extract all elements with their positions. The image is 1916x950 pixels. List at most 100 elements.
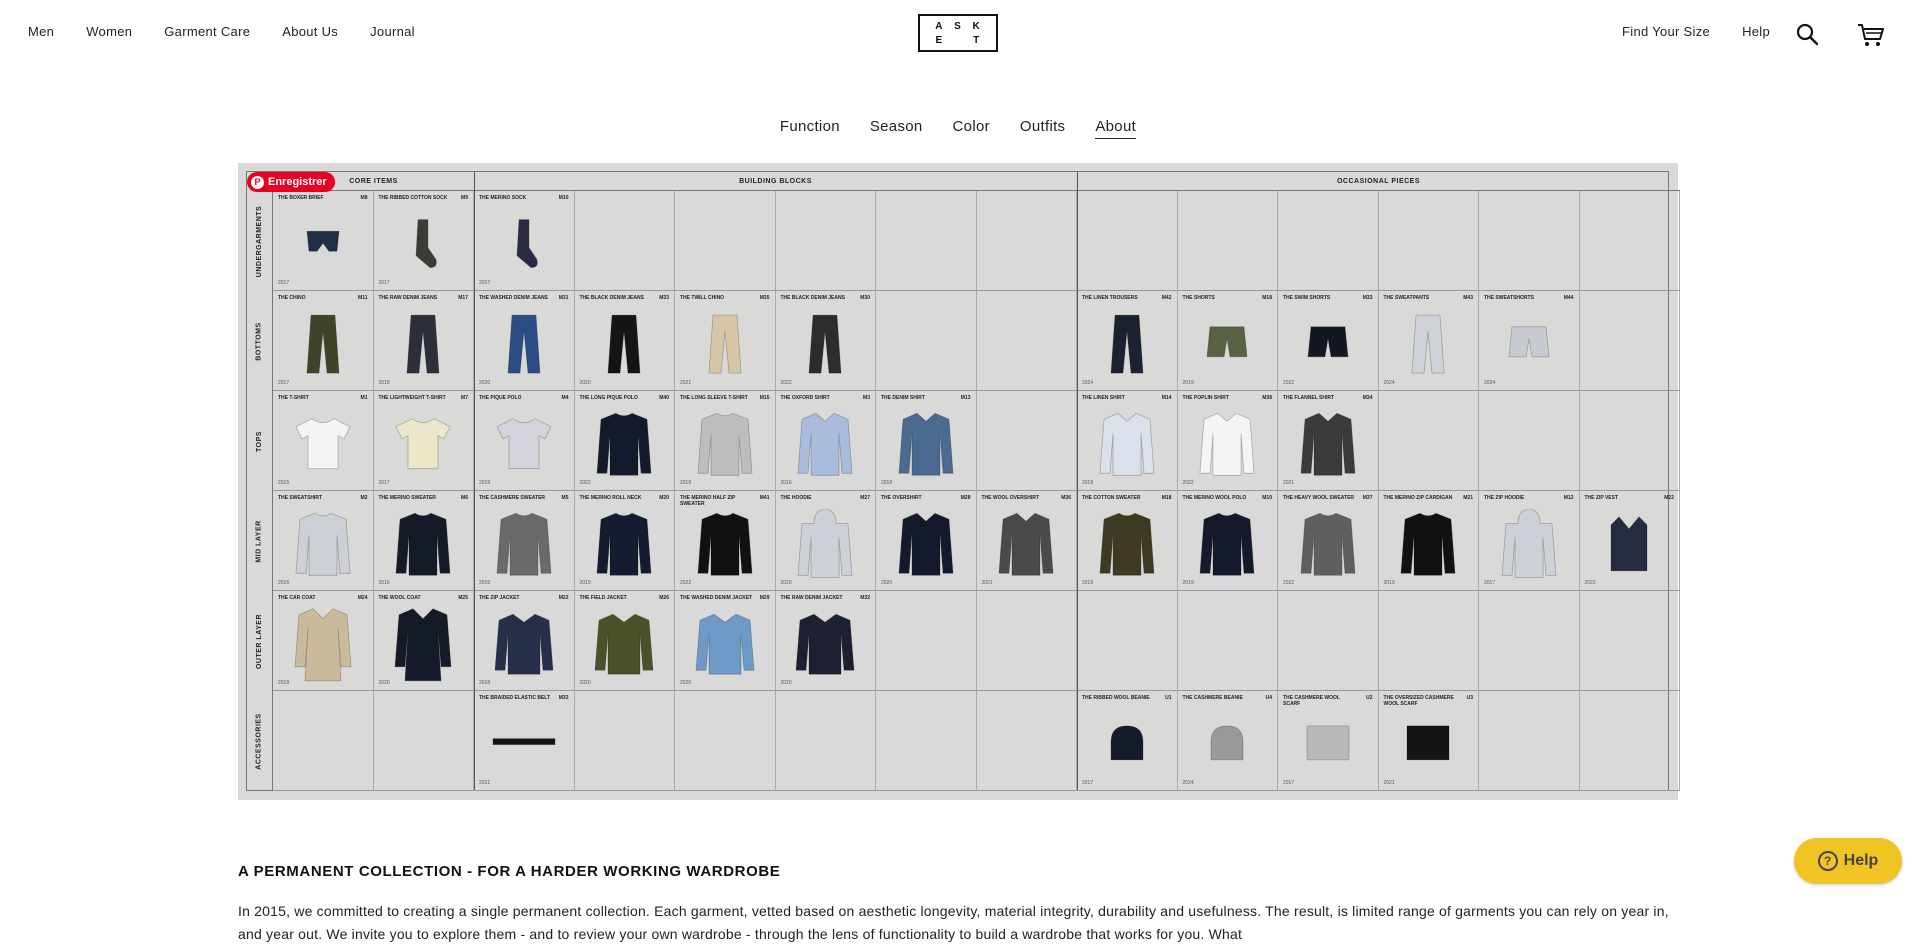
garment-cell[interactable]: THE LONG PIQUE POLO M40 2022: [574, 391, 675, 491]
garment-cell[interactable]: THE SWEATSHIRT M2 2016: [273, 491, 374, 591]
garment-cell[interactable]: THE SWEATSHORTS M44 2024: [1479, 291, 1580, 391]
nav-find-your-size[interactable]: Find Your Size: [1622, 24, 1710, 39]
garment-code: M1: [360, 395, 368, 401]
garment-cell[interactable]: THE OVERSHIRT M28 2020: [876, 491, 977, 591]
garment-cell[interactable]: THE SWEATPANTS M43 2024: [1378, 291, 1479, 391]
nav-journal[interactable]: Journal: [370, 24, 415, 39]
garment-cell[interactable]: THE ZIP VEST M22 2022: [1579, 491, 1680, 591]
garment-cell[interactable]: THE WOOL OVERSHIRT M36 2021: [976, 491, 1077, 591]
garment-cell[interactable]: THE BLACK DENIM JEANS M33 2020: [574, 291, 675, 391]
tab-color[interactable]: Color: [953, 118, 990, 139]
garment-cell[interactable]: THE LONG SLEEVE T-SHIRT M15 2018: [675, 391, 776, 491]
garment-cell[interactable]: THE SWIM SHORTS M33 2022: [1278, 291, 1379, 391]
garment-cell[interactable]: THE COTTON SWEATER M18 2019: [1077, 491, 1178, 591]
garment-code: M42: [1161, 295, 1172, 301]
garment-code: M33: [558, 695, 569, 701]
garment-year: 2018: [881, 480, 893, 486]
pinterest-save-button[interactable]: P Enregistrer: [247, 172, 335, 192]
garment-cell[interactable]: THE CAR COAT M24 2018: [273, 591, 374, 691]
tab-season[interactable]: Season: [870, 118, 923, 139]
garment-cell[interactable]: THE PIQUE POLO M4 2019: [474, 391, 575, 491]
nav-men[interactable]: Men: [28, 24, 54, 39]
garment-cell[interactable]: THE CASHMERE SWEATER M5 2016: [474, 491, 575, 591]
brand-logo[interactable]: A S K E T: [918, 14, 998, 52]
garment-year: 2022: [1283, 580, 1295, 586]
garment-year: 2018: [1082, 480, 1094, 486]
garment-cell[interactable]: THE MERINO SOCK M10 2017: [474, 191, 575, 291]
garment-cell[interactable]: THE HEAVY WOOL SWEATER M37 2022: [1278, 491, 1379, 591]
garment-cell[interactable]: THE WASHED DENIM JACKET M29 2020: [675, 591, 776, 691]
garment-cell[interactable]: THE FLANNEL SHIRT M34 2021: [1278, 391, 1379, 491]
logo-letter: S: [954, 20, 962, 32]
garment-cell[interactable]: THE MERINO HALF ZIP SWEATER M41 2022: [675, 491, 776, 591]
utility-nav: Find Your Size Help: [1622, 24, 1770, 39]
garment-cell[interactable]: THE FIELD JACKET M26 2020: [574, 591, 675, 691]
tab-outfits[interactable]: Outfits: [1020, 118, 1065, 139]
garment-cell[interactable]: THE SHORTS M18 2019: [1177, 291, 1278, 391]
garment-name: THE MERINO SOCK: [479, 195, 527, 201]
nav-garment-care[interactable]: Garment Care: [164, 24, 250, 39]
garment-cell[interactable]: THE CHINO M11 2017: [273, 291, 374, 391]
garment-code: M22: [1664, 495, 1674, 501]
garment-cell[interactable]: THE WASHED DENIM JEANS M31 2020: [474, 291, 575, 391]
cart-icon[interactable]: [1857, 22, 1885, 48]
garment-year: 2017: [1484, 580, 1496, 586]
garment-cell[interactable]: THE CASHMERE WOOL SCARF U2 2017: [1278, 691, 1379, 791]
garment-cell[interactable]: THE MERINO SWEATER M6 2016: [373, 491, 474, 591]
garment-cell[interactable]: THE WOOL COAT M25 2020: [373, 591, 474, 691]
logo-letter: T: [973, 34, 981, 46]
sweater-icon: [697, 512, 753, 576]
garment-cell[interactable]: THE ZIP JACKET M22 2018: [474, 591, 575, 691]
garment-cell[interactable]: THE LINEN SHIRT M14 2018: [1077, 391, 1178, 491]
tab-function[interactable]: Function: [780, 118, 840, 139]
nav-help[interactable]: Help: [1742, 24, 1770, 39]
row-label: UNDERGARMENTS: [247, 191, 273, 291]
garment-cell[interactable]: THE OVERSIZED CASHMERE WOOL SCARF U3 2021: [1378, 691, 1479, 791]
garment-year: 2019: [579, 580, 591, 586]
garment-cell[interactable]: THE RAW DENIM JEANS M17 2018: [373, 291, 474, 391]
garment-code: M17: [458, 295, 468, 301]
wardrobe-cell: [876, 191, 977, 291]
row-label-text: UNDERGARMENTS: [256, 205, 264, 277]
garment-cell[interactable]: THE RAW DENIM JACKET M32 2020: [775, 591, 876, 691]
logo-letter: K: [972, 20, 981, 32]
garment-cell[interactable]: THE TWILL CHINO M35 2021: [675, 291, 776, 391]
sweater-icon: [1400, 512, 1456, 576]
help-widget-button[interactable]: ? Help: [1794, 838, 1902, 884]
garment-year: 2020: [780, 680, 792, 686]
garment-cell[interactable]: THE LIGHTWEIGHT T-SHIRT M7 2017: [373, 391, 474, 491]
pants-icon: [708, 314, 742, 374]
garment-cell[interactable]: THE CASHMERE BEANIE U4 2024: [1177, 691, 1278, 791]
search-icon[interactable]: [1795, 22, 1819, 46]
garment-cell[interactable]: THE OXFORD SHIRT M3 2016: [775, 391, 876, 491]
garment-year: 2018: [378, 380, 390, 386]
garment-name: THE OXFORD SHIRT: [780, 395, 830, 401]
sweater-icon: [1099, 512, 1155, 576]
garment-code: M28: [960, 495, 971, 501]
garment-cell[interactable]: THE T-SHIRT M1 2015: [273, 391, 374, 491]
garment-cell[interactable]: THE LINEN TROUSERS M42 2024: [1077, 291, 1178, 391]
nav-women[interactable]: Women: [86, 24, 132, 39]
garment-code: M30: [860, 295, 870, 301]
wardrobe-cell: [976, 291, 1077, 391]
garment-code: U3: [1466, 695, 1473, 701]
garment-cell[interactable]: THE BOXER BRIEF M8 2017: [273, 191, 374, 291]
garment-cell[interactable]: THE BRAIDED ELASTIC BELT M33 2021: [474, 691, 575, 791]
tab-about[interactable]: About: [1095, 118, 1137, 139]
garment-cell[interactable]: THE BLACK DENIM JEANS M30 2022: [775, 291, 876, 391]
nav-about-us[interactable]: About Us: [282, 24, 338, 39]
garment-cell[interactable]: THE RIBBED COTTON SOCK M9 2017: [373, 191, 474, 291]
garment-cell[interactable]: THE MERINO WOOL POLO M10 2019: [1177, 491, 1278, 591]
shirt-icon: [1099, 412, 1155, 476]
garment-year: 2016: [780, 480, 792, 486]
garment-cell[interactable]: THE HOODIE M27 2020: [775, 491, 876, 591]
wardrobe-cell: [675, 691, 776, 791]
garment-cell[interactable]: THE POPLIN SHIRT M38 2022: [1177, 391, 1278, 491]
garment-cell[interactable]: THE MERINO ROLL NECK M20 2019: [574, 491, 675, 591]
garment-year: 2017: [479, 280, 491, 286]
garment-cell[interactable]: THE DENIM SHIRT M13 2018: [876, 391, 977, 491]
garment-cell[interactable]: THE RIBBED WOOL BEANIE U1 2017: [1077, 691, 1178, 791]
garment-cell[interactable]: THE ZIP HOODIE M12 2017: [1479, 491, 1580, 591]
garment-name: THE OVERSIZED CASHMERE WOOL SCARF: [1383, 695, 1454, 707]
garment-cell[interactable]: THE MERINO ZIP CARDIGAN M21 2019: [1378, 491, 1479, 591]
